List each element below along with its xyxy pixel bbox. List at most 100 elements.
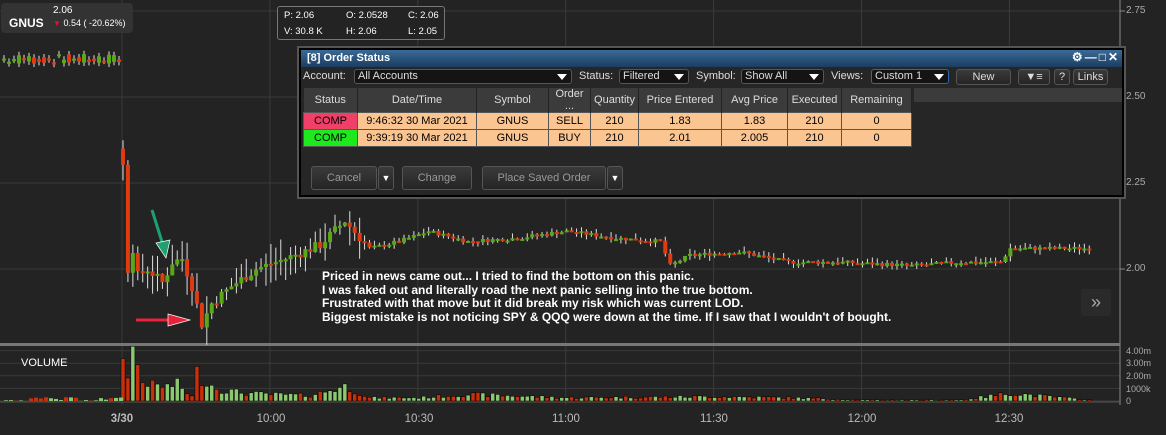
chevron-down-icon bbox=[934, 74, 944, 80]
col-remaining[interactable]: Remaining bbox=[841, 88, 912, 113]
candle-body bbox=[130, 253, 135, 273]
executed-cell: 210 bbox=[787, 129, 842, 147]
expand-chevrons-icon[interactable]: » bbox=[1081, 289, 1111, 316]
volume-bar bbox=[84, 400, 88, 401]
volume-bar bbox=[475, 392, 481, 402]
volume-bar bbox=[174, 378, 180, 402]
place-saved-order-button[interactable]: Place Saved Order bbox=[482, 166, 606, 190]
candle-body bbox=[397, 240, 402, 243]
change-button[interactable]: Change bbox=[402, 166, 472, 190]
ticker-symbol: GNUS bbox=[9, 16, 44, 30]
candle-body bbox=[1042, 247, 1047, 250]
window-titlebar[interactable]: [8] Order Status ⚙—□✕ bbox=[301, 50, 1122, 67]
volume-bar bbox=[815, 397, 821, 402]
volume-bar bbox=[179, 388, 185, 402]
links-button[interactable]: Links bbox=[1073, 69, 1108, 85]
col-price-entered[interactable]: Price Entered bbox=[638, 88, 722, 113]
candle-body bbox=[796, 263, 801, 266]
volume-bar bbox=[796, 397, 801, 402]
place-saved-dropdown-icon[interactable]: ▼ bbox=[607, 166, 623, 190]
symbol-cell: GNUS bbox=[476, 129, 549, 147]
candle-body bbox=[175, 259, 180, 265]
volume-bar bbox=[1018, 395, 1023, 402]
table-row[interactable]: COMP 9:46:32 30 Mar 2021 GNUS SELL 210 1… bbox=[303, 112, 912, 130]
volume-bar bbox=[835, 398, 841, 402]
candle-body bbox=[737, 252, 742, 255]
volume-bar bbox=[914, 399, 919, 402]
candle-body bbox=[929, 263, 934, 266]
candle-body bbox=[352, 226, 357, 233]
volume-bar bbox=[59, 400, 63, 401]
volume-bar bbox=[104, 399, 108, 401]
volume-bar bbox=[94, 400, 98, 401]
symbol-value: Show All bbox=[745, 70, 788, 82]
candle-body bbox=[574, 232, 579, 235]
candle-body bbox=[416, 234, 421, 237]
cancel-dropdown-icon[interactable]: ▼ bbox=[378, 166, 394, 190]
col-quantity[interactable]: Quantity bbox=[590, 88, 639, 113]
volume-bar bbox=[554, 398, 560, 402]
minimize-icon[interactable]: — bbox=[1085, 50, 1099, 64]
volume-bar bbox=[342, 383, 348, 402]
col-status[interactable]: Status bbox=[303, 88, 358, 113]
volume-bar bbox=[761, 396, 767, 402]
col-avg-price[interactable]: Avg Price bbox=[721, 88, 788, 113]
candle-body bbox=[870, 262, 875, 265]
candle-body bbox=[199, 303, 204, 328]
candle-body bbox=[402, 237, 407, 243]
candle-body bbox=[1082, 248, 1087, 251]
table-row[interactable]: COMP 9:39:19 30 Mar 2021 GNUS BUY 210 2.… bbox=[303, 129, 912, 147]
symbol-dropdown[interactable]: Show All bbox=[741, 69, 824, 84]
volume-bar bbox=[446, 396, 451, 402]
candle-body bbox=[500, 239, 505, 242]
volume-bar bbox=[939, 399, 944, 402]
volume-bar bbox=[234, 388, 239, 402]
candle-body bbox=[806, 261, 811, 264]
col-order[interactable]: Order ... bbox=[548, 88, 591, 113]
volume-bar bbox=[544, 397, 550, 402]
candle-body bbox=[185, 259, 190, 277]
chevron-down-icon bbox=[809, 74, 819, 80]
ohlc-p: P: 2.06 bbox=[284, 10, 315, 21]
candle-body bbox=[47, 58, 51, 61]
volume-bar bbox=[130, 345, 136, 402]
maximize-icon[interactable]: □ bbox=[1099, 50, 1108, 64]
candle-body bbox=[742, 251, 747, 254]
volume-bar bbox=[584, 396, 589, 402]
candle-body bbox=[914, 263, 919, 266]
volume-bar bbox=[870, 399, 875, 402]
candle-body bbox=[495, 239, 500, 242]
close-icon[interactable]: ✕ bbox=[1108, 50, 1120, 64]
settings-icon[interactable]: ⚙ bbox=[1072, 50, 1085, 64]
pane-separator bbox=[0, 343, 1120, 346]
volume-bar bbox=[140, 382, 145, 402]
col-symbol[interactable]: Symbol bbox=[476, 88, 549, 113]
status-dropdown[interactable]: Filtered bbox=[619, 69, 689, 84]
candle-body bbox=[318, 242, 323, 249]
candle-body bbox=[569, 230, 574, 233]
volume-bar bbox=[1082, 399, 1087, 402]
candle-body bbox=[801, 262, 806, 265]
col-datetime[interactable]: Date/Time bbox=[357, 88, 477, 113]
columns-menu-icon[interactable]: ▼≡ bbox=[1018, 69, 1050, 85]
cancel-button[interactable]: Cancel bbox=[311, 166, 377, 190]
volume-bar bbox=[165, 383, 170, 402]
volume-bar bbox=[199, 385, 205, 402]
account-value: All Accounts bbox=[358, 70, 418, 82]
volume-bar bbox=[505, 395, 510, 402]
account-dropdown[interactable]: All Accounts bbox=[354, 69, 572, 84]
candle-body bbox=[658, 239, 663, 242]
status-cell: COMP bbox=[303, 112, 358, 130]
col-executed[interactable]: Executed bbox=[787, 88, 842, 113]
volume-bar bbox=[608, 397, 614, 402]
new-button[interactable]: New bbox=[956, 69, 1011, 85]
order-status-window[interactable]: [8] Order Status ⚙—□✕ Account: All Accou… bbox=[297, 46, 1126, 199]
views-dropdown[interactable]: Custom 1 bbox=[871, 69, 949, 84]
help-button[interactable]: ? bbox=[1054, 69, 1070, 85]
ticker-box: 2.06 GNUS ▼ 0.54 ( -20.62%) bbox=[1, 3, 133, 33]
candle-body bbox=[747, 251, 752, 254]
volume-bar bbox=[756, 396, 762, 402]
candle-body bbox=[589, 233, 594, 236]
volume-bar bbox=[229, 389, 234, 402]
volume-bar bbox=[904, 399, 910, 402]
